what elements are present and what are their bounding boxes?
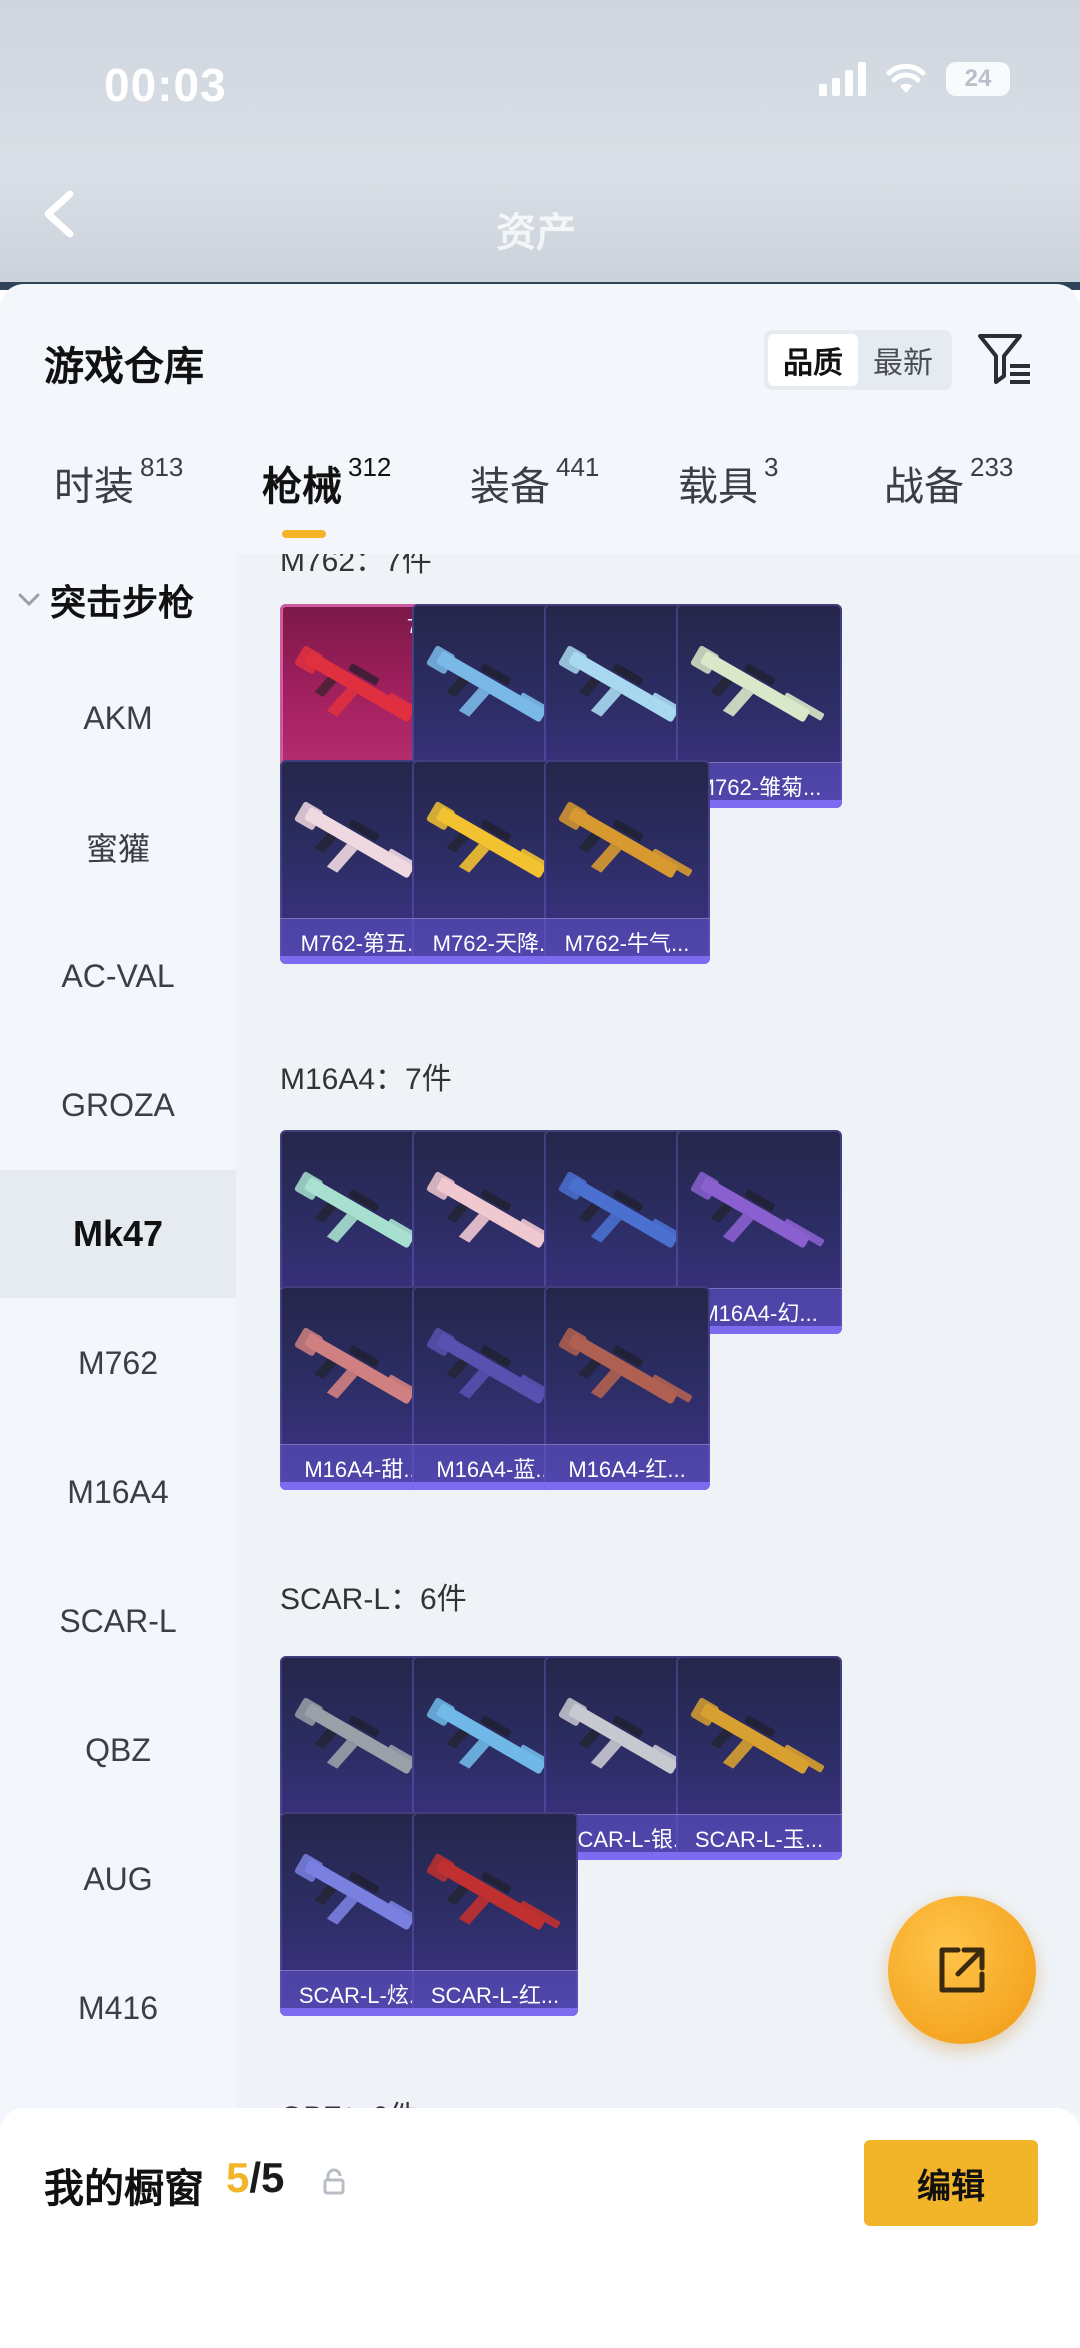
sidebar-item-aug[interactable]: AUG [0, 1815, 236, 1943]
tab-equipment[interactable]: 装备 441 [470, 452, 600, 512]
wifi-icon [886, 63, 926, 93]
tab-count: 312 [348, 452, 392, 482]
sidebar-item-ac-val[interactable]: AC-VAL [0, 912, 236, 1040]
weapon-skin-card[interactable]: M762-牛气... [544, 760, 710, 964]
tab-guns[interactable]: 枪械 312 [262, 452, 392, 512]
sidebar-item-m16a4[interactable]: M16A4 [0, 1428, 236, 1556]
rifle-icon [558, 1327, 693, 1404]
sidebar-item-m762[interactable]: M762 [0, 1299, 236, 1427]
sidebar-section-assault-rifles[interactable]: 突击步枪 [18, 574, 194, 626]
rifle-icon [558, 801, 693, 878]
showcase-count-total: /5 [249, 2154, 285, 2201]
filter-icon[interactable] [976, 330, 1034, 388]
showcase-count: 5/5 [226, 2154, 284, 2202]
weapon-grid: M762：7件 M16A4：7件 SCAR-L：6件 QBZ：6件 7级M762… [236, 554, 1080, 2114]
sort-latest-button[interactable]: 最新 [858, 334, 948, 386]
category-tabs: 时装 813 枪械 312 装备 441 载具 3 战备 233 [0, 452, 1080, 554]
tab-label: 时装 [54, 465, 134, 509]
rifle-icon [426, 1853, 561, 1930]
active-tab-indicator [282, 530, 326, 538]
page-header-title: 资产 [496, 211, 576, 255]
group-title-m16a4: M16A4：7件 [280, 1063, 452, 1096]
sidebar-item-scar-l[interactable]: SCAR-L [0, 1557, 236, 1685]
warehouse-sheet: 游戏仓库 品质 最新 时装 813 枪械 312 装备 441 载具 3 战备 … [0, 284, 1080, 2348]
status-time: 00:03 [104, 59, 227, 111]
weapon-sidebar: 突击步枪 AKM 蜜獾 AC-VAL GROZA Mk47 M762 M16A4… [0, 554, 236, 2348]
sheet-title: 游戏仓库 [44, 345, 204, 389]
sidebar-item-m416[interactable]: M416 [0, 1944, 236, 2072]
group-title-m762: M762：7件 [280, 554, 432, 578]
rifle-icon [690, 1171, 825, 1248]
sidebar-section-label: 突击步枪 [50, 582, 195, 623]
rarity-bar [412, 2008, 578, 2016]
tab-label: 装备 [470, 465, 550, 509]
tab-label: 载具 [678, 465, 758, 509]
tab-count: 813 [140, 452, 184, 482]
chevron-down-icon [18, 593, 40, 607]
group-title-scar-l: SCAR-L：6件 [280, 1583, 467, 1616]
sidebar-item-honey-badger[interactable]: 蜜獾 [0, 783, 236, 911]
rarity-bar [544, 956, 710, 964]
sidebar-item-mk47[interactable]: Mk47 [0, 1170, 236, 1298]
showcase-count-current: 5 [226, 2154, 250, 2201]
lock-icon [323, 2168, 345, 2195]
showcase-title: 我的橱窗 [44, 2167, 204, 2211]
tab-label: 战备 [884, 465, 964, 509]
tab-fashion[interactable]: 时装 813 [54, 452, 184, 512]
showcase-bar: 我的橱窗 5/5 编辑 [0, 2108, 1080, 2348]
tab-count: 3 [764, 452, 779, 482]
rifle-icon [690, 645, 825, 722]
edit-button[interactable]: 编辑 [864, 2140, 1038, 2226]
sort-toggle: 品质 最新 [764, 330, 952, 390]
sidebar-item-qbz[interactable]: QBZ [0, 1686, 236, 1814]
status-icons: 24 [819, 62, 1010, 96]
battery-icon: 24 [946, 62, 1010, 96]
weapon-skin-card[interactable]: SCAR-L-红... [412, 1812, 578, 2016]
sort-quality-button[interactable]: 品质 [768, 334, 858, 386]
tab-count: 441 [556, 452, 600, 482]
rarity-bar [676, 1852, 842, 1860]
signal-icon [819, 62, 866, 96]
rarity-bar [544, 1482, 710, 1490]
sidebar-item-akm[interactable]: AKM [0, 654, 236, 782]
weapon-skin-card[interactable]: M16A4-红... [544, 1286, 710, 1490]
tab-label: 枪械 [262, 465, 342, 509]
share-external-icon [939, 1947, 985, 1993]
back-chevron-icon[interactable] [38, 188, 82, 240]
sidebar-item-groza[interactable]: GROZA [0, 1041, 236, 1169]
top-header-background: 00:03 24 资产 [0, 0, 1080, 290]
rifle-icon [690, 1697, 825, 1774]
tab-count: 233 [970, 452, 1014, 482]
tab-vehicles[interactable]: 载具 3 [678, 452, 779, 512]
tab-supplies[interactable]: 战备 233 [884, 452, 1014, 512]
share-button[interactable] [888, 1896, 1036, 2044]
weapon-skin-card[interactable]: SCAR-L-玉... [676, 1656, 842, 1860]
